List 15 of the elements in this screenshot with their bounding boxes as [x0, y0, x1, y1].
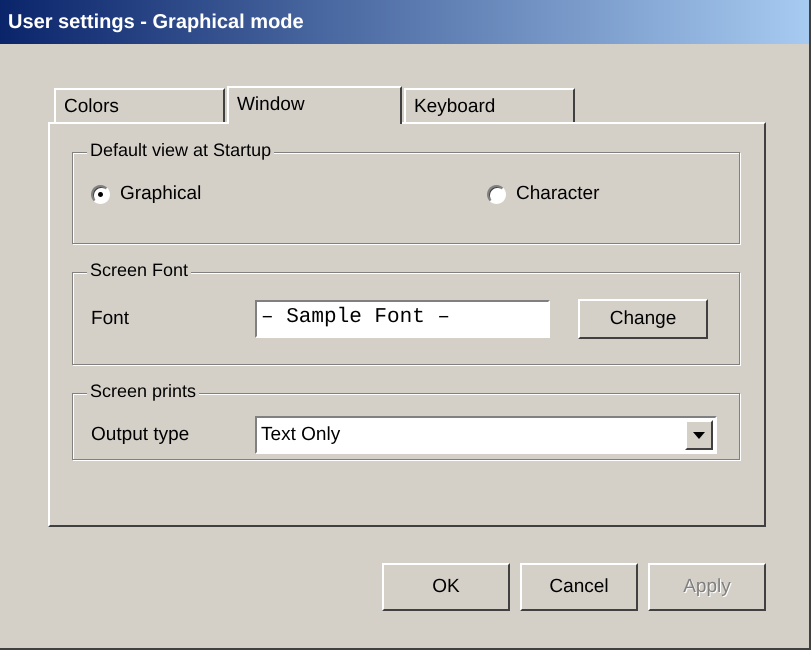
- field-label: Font: [91, 308, 130, 330]
- radio-option[interactable]: Character: [487, 183, 600, 205]
- dialog-button[interactable]: Cancel: [520, 563, 638, 611]
- tab[interactable]: Window: [227, 86, 402, 124]
- output-type-dropdown[interactable]: Text Only: [255, 416, 717, 454]
- window-title: User settings - Graphical mode: [8, 10, 304, 34]
- radio-option[interactable]: Graphical: [91, 183, 202, 205]
- font-sample-field: – Sample Font –: [255, 300, 550, 338]
- tab[interactable]: Colors: [54, 88, 225, 122]
- dialog-button[interactable]: OK: [382, 563, 510, 611]
- tab[interactable]: Keyboard: [404, 88, 575, 122]
- group-title: Screen prints: [87, 381, 200, 402]
- change-button[interactable]: Change: [578, 299, 708, 339]
- field-label: Output type: [91, 424, 190, 446]
- group-title: Default view at Startup: [87, 140, 274, 161]
